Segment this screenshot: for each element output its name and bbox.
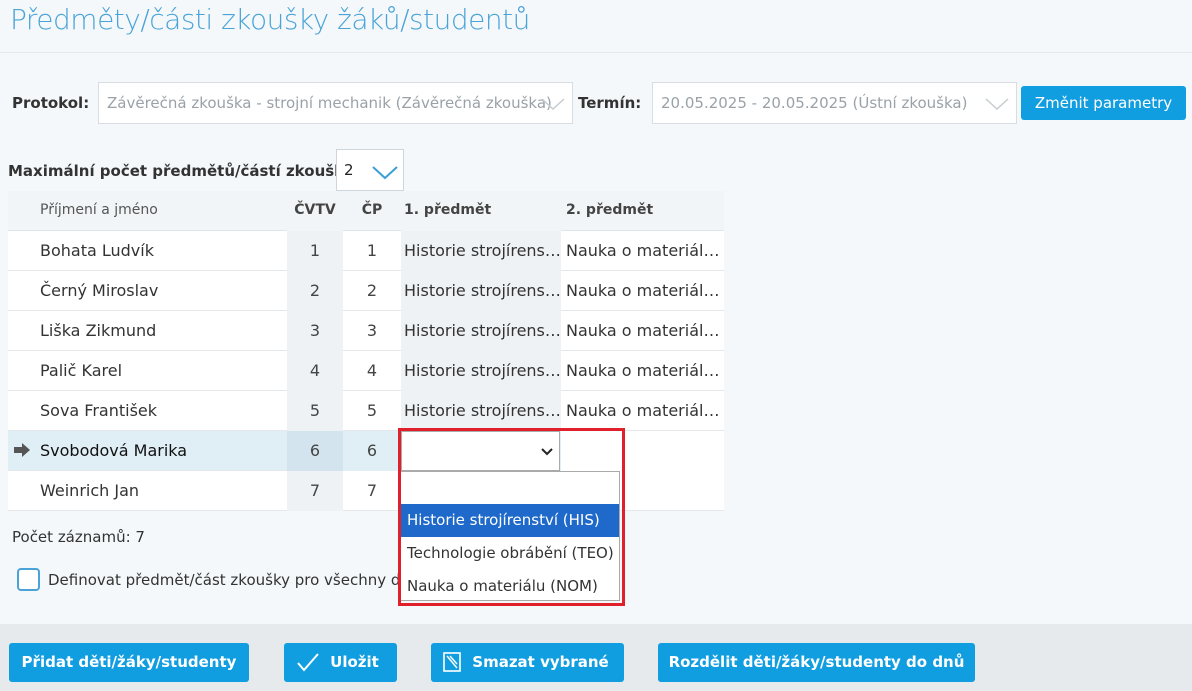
term-select[interactable]: 20.05.2025 - 20.05.2025 (Ústní zkouška): [652, 82, 1017, 124]
page-title: Předměty/části zkoušky žáků/studentů: [10, 3, 530, 36]
cp-value: 4: [366, 361, 378, 380]
student-name: Palič Karel: [40, 361, 123, 380]
subject-2-cell[interactable]: [561, 431, 724, 471]
subject-2-cell[interactable]: Nauka o materiálu (NOM): [561, 351, 724, 391]
student-name: Černý Miroslav: [40, 281, 159, 300]
cvtv-value: 2: [287, 271, 343, 311]
student-name: Svobodová Marika: [40, 441, 188, 460]
save-button[interactable]: Uložit: [284, 643, 397, 682]
dropdown-option-empty[interactable]: [401, 472, 619, 505]
subject-2-cell[interactable]: Nauka o materiálu (NOM): [561, 391, 724, 431]
save-label: Uložit: [330, 653, 379, 671]
title-divider: [0, 52, 1192, 53]
protocol-select-value: Závěrečná zkouška - strojní mechanik (Zá…: [107, 94, 552, 112]
table-row-selected[interactable]: Svobodová Marika 6 6: [8, 431, 724, 471]
header-cp[interactable]: ČP: [343, 191, 401, 231]
dropdown-option-teo[interactable]: Technologie obrábění (TEO): [401, 537, 619, 570]
cvtv-value: 4: [287, 351, 343, 391]
header-name[interactable]: Příjmení a jméno: [40, 191, 286, 231]
cp-value: 5: [366, 401, 378, 420]
cp-value: 3: [366, 321, 378, 340]
protocol-label: Protokol:: [12, 94, 90, 112]
subject-dropdown-list: Historie strojírenství (HIS) Technologie…: [400, 471, 620, 601]
change-parameters-button[interactable]: Změnit parametry: [1021, 86, 1186, 120]
max-subjects-value: 2: [344, 161, 354, 179]
define-all-label[interactable]: Definovat předmět/část zkoušky pro všech…: [48, 571, 398, 589]
header-subject-1[interactable]: 1. předmět: [401, 191, 561, 231]
split-into-days-button[interactable]: Rozdělit děti/žáky/studenty do dnů: [658, 643, 975, 682]
grid-header: Příjmení a jméno ČVTV ČP 1. předmět 2. p…: [8, 191, 724, 231]
record-count: Počet záznamů: 7: [12, 528, 145, 546]
table-row[interactable]: Liška Zikmund 3 3 Historie strojírenství…: [8, 311, 724, 351]
subject-1-cell[interactable]: Historie strojírenství (HIS): [401, 391, 561, 431]
cp-value: 1: [366, 241, 378, 260]
subject-1-cell[interactable]: Historie strojírenství (HIS): [401, 271, 561, 311]
header-cvtv[interactable]: ČVTV: [287, 191, 343, 231]
table-row[interactable]: Černý Miroslav 2 2 Historie strojírenstv…: [8, 271, 724, 311]
dropdown-option-nom[interactable]: Nauka o materiálu (NOM): [401, 570, 619, 603]
delete-selected-label: Smazat vybrané: [472, 653, 609, 671]
chevron-down-icon: [985, 98, 1009, 111]
chevron-down-icon: [541, 448, 553, 456]
term-label: Termín:: [578, 94, 642, 112]
subject-2-cell[interactable]: Nauka o materiálu (NOM): [561, 271, 724, 311]
add-students-label: Přidat děti/žáky/studenty: [21, 653, 237, 671]
max-subjects-label: Maximální počet předmětů/částí zkoušky:: [8, 162, 360, 180]
protocol-select[interactable]: Závěrečná zkouška - strojní mechanik (Zá…: [98, 82, 573, 124]
cvtv-value: 5: [287, 391, 343, 431]
student-name: Bohata Ludvík: [40, 241, 154, 260]
cvtv-value: 3: [287, 311, 343, 351]
subject-1-cell[interactable]: Historie strojírenství (HIS): [401, 311, 561, 351]
chevron-down-icon: [541, 98, 565, 111]
subject-1-cell[interactable]: Historie strojírenství (HIS): [401, 231, 561, 271]
arrow-right-icon: [14, 443, 30, 457]
table-row[interactable]: Palič Karel 4 4 Historie strojírenství (…: [8, 351, 724, 391]
split-into-days-label: Rozdělit děti/žáky/studenty do dnů: [668, 653, 965, 671]
eraser-icon: [443, 652, 461, 672]
cvtv-value: 7: [287, 471, 343, 511]
dropdown-option-his[interactable]: Historie strojírenství (HIS): [401, 504, 619, 537]
cp-value: 2: [366, 281, 378, 300]
cvtv-value: 1: [287, 231, 343, 271]
subject-1-cell[interactable]: Historie strojírenství (HIS): [401, 351, 561, 391]
add-students-button[interactable]: Přidat děti/žáky/studenty: [9, 643, 249, 682]
define-all-checkbox[interactable]: [17, 568, 40, 591]
student-name: Liška Zikmund: [40, 321, 157, 340]
checkmark-icon: [297, 653, 319, 672]
table-row[interactable]: Sova František 5 5 Historie strojírenstv…: [8, 391, 724, 431]
student-name: Weinrich Jan: [40, 481, 140, 500]
subject-1-select[interactable]: [401, 431, 560, 471]
table-row[interactable]: Bohata Ludvík 1 1 Historie strojírenství…: [8, 231, 724, 271]
cp-value: 7: [366, 481, 378, 500]
header-subject-2[interactable]: 2. předmět: [561, 191, 724, 231]
subject-2-cell[interactable]: Nauka o materiálu (NOM): [561, 311, 724, 351]
chevron-down-icon: [372, 166, 398, 180]
subject-2-cell[interactable]: Nauka o materiálu (NOM): [561, 231, 724, 271]
delete-selected-button[interactable]: Smazat vybrané: [431, 643, 624, 682]
max-subjects-select[interactable]: 2: [336, 149, 404, 191]
cp-value: 6: [343, 431, 401, 471]
student-name: Sova František: [40, 401, 158, 420]
term-select-value: 20.05.2025 - 20.05.2025 (Ústní zkouška): [661, 94, 968, 112]
cvtv-value: 6: [287, 431, 343, 471]
